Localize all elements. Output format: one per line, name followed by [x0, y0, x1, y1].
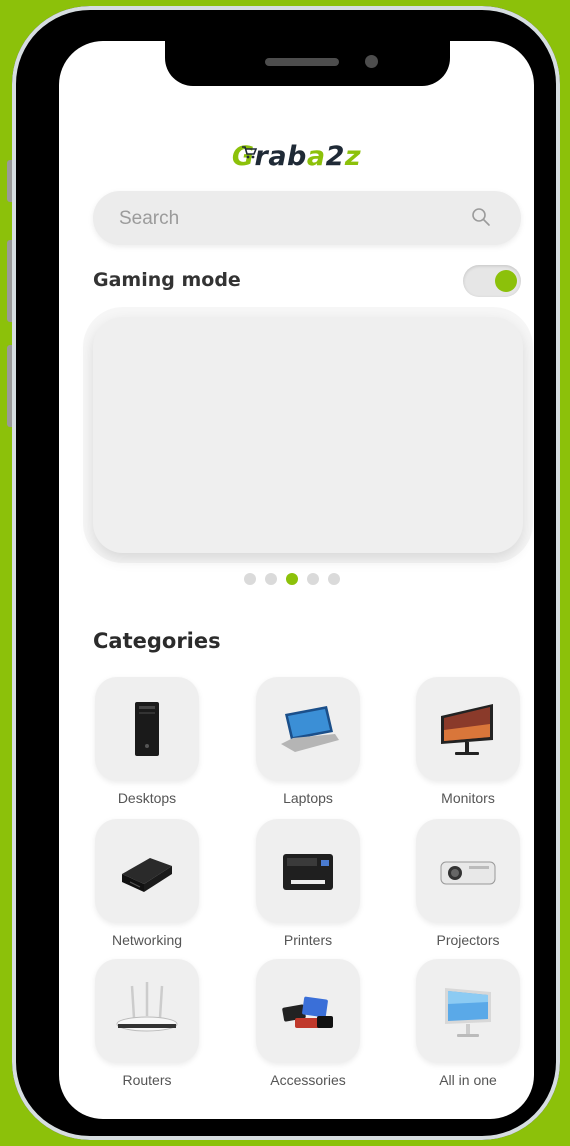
phone-notch — [165, 38, 450, 86]
search-bar[interactable] — [93, 191, 521, 245]
category-tile[interactable] — [256, 677, 360, 781]
category-label: Monitors — [441, 790, 495, 806]
search-icon[interactable] — [471, 207, 491, 227]
category-label: Projectors — [436, 932, 500, 948]
front-camera — [365, 55, 378, 68]
logo-digit-2: 2 — [325, 141, 345, 172]
router-icon — [116, 982, 178, 1032]
category-label: Desktops — [117, 790, 177, 806]
desktop-tower-icon — [135, 702, 159, 756]
category-monitors[interactable]: Monitors — [414, 677, 522, 806]
category-tile[interactable] — [256, 819, 360, 923]
category-label: Printers — [283, 932, 333, 948]
category-all-in-one[interactable]: All in one — [414, 959, 522, 1088]
category-tile[interactable] — [416, 677, 520, 781]
logo-letter-a: a — [306, 141, 326, 172]
category-label: Accessories — [270, 1072, 346, 1088]
projector-icon — [440, 861, 496, 885]
promo-banner-carousel[interactable] — [93, 317, 523, 553]
category-tile[interactable] — [416, 819, 520, 923]
gaming-mode-label: Gaming mode — [93, 269, 241, 291]
app-screen: Graba2z Gaming mode Categories — [59, 41, 534, 1119]
logo-letter-z: z — [344, 141, 362, 172]
category-routers[interactable]: Routers — [93, 959, 201, 1088]
carousel-pagination — [244, 573, 340, 585]
app-logo: Graba2z — [59, 141, 534, 172]
all-in-one-pc-icon — [445, 988, 491, 1037]
category-accessories[interactable]: Accessories — [254, 959, 362, 1088]
category-networking[interactable]: Networking — [93, 819, 201, 948]
monitor-icon — [441, 704, 493, 755]
category-tile[interactable] — [256, 959, 360, 1063]
category-desktops[interactable]: Desktops — [93, 677, 201, 806]
printer-icon — [283, 854, 333, 890]
search-input[interactable] — [117, 205, 451, 233]
accessories-icon — [282, 996, 333, 1028]
logo-cart-icon — [242, 146, 257, 159]
laptop-icon — [281, 706, 339, 752]
gaming-mode-toggle[interactable] — [463, 265, 521, 297]
categories-heading: Categories — [93, 629, 221, 653]
category-label: All in one — [439, 1072, 497, 1088]
category-projectors[interactable]: Projectors — [414, 819, 522, 948]
carousel-dot-active[interactable] — [286, 573, 298, 585]
network-drive-icon — [122, 858, 172, 892]
category-laptops[interactable]: Laptops — [254, 677, 362, 806]
logo-letters-rab: rab — [254, 141, 307, 172]
phone-frame: Graba2z Gaming mode Categories — [12, 6, 560, 1140]
carousel-dot[interactable] — [265, 573, 277, 585]
category-printers[interactable]: Printers — [254, 819, 362, 948]
toggle-knob — [495, 270, 517, 292]
category-label: Routers — [122, 1072, 172, 1088]
carousel-dot[interactable] — [328, 573, 340, 585]
category-label: Laptops — [283, 790, 333, 806]
carousel-dot[interactable] — [307, 573, 319, 585]
category-tile[interactable] — [95, 959, 199, 1063]
category-label: Networking — [111, 932, 183, 948]
category-tile[interactable] — [416, 959, 520, 1063]
category-tile[interactable] — [95, 677, 199, 781]
category-tile[interactable] — [95, 819, 199, 923]
speaker-grille — [265, 58, 339, 66]
carousel-dot[interactable] — [244, 573, 256, 585]
